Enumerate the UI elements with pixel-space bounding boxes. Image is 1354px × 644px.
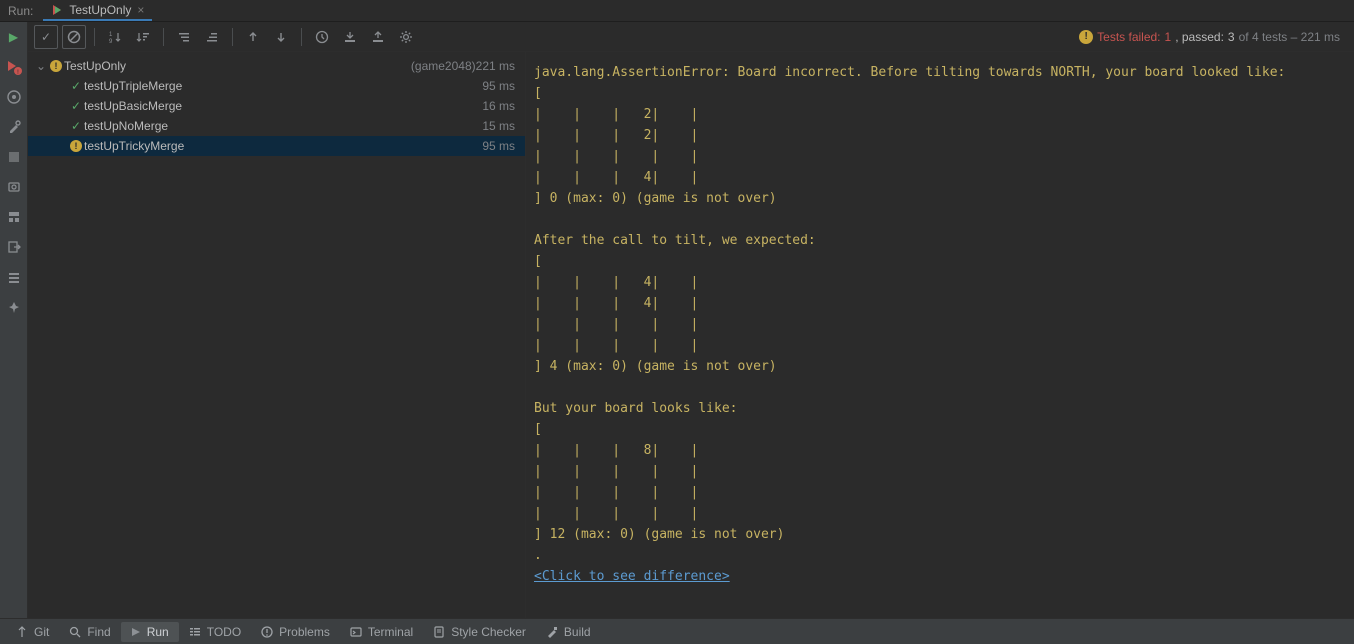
style-checker-icon xyxy=(433,626,445,638)
test-toolbar: ✓ 19 xyxy=(28,22,1354,52)
tool-window-tab-problems[interactable]: Problems xyxy=(251,622,340,642)
exit-icon[interactable] xyxy=(5,238,23,256)
console-output[interactable]: java.lang.AssertionError: Board incorrec… xyxy=(526,52,1354,618)
test-duration: 95 ms xyxy=(482,139,515,153)
chevron-down-icon[interactable]: ⌄ xyxy=(34,59,48,73)
test-method-row[interactable]: ✓testUpNoMerge15 ms xyxy=(28,116,525,136)
test-method-row[interactable]: !testUpTrickyMerge95 ms xyxy=(28,136,525,156)
dump-threads-icon[interactable] xyxy=(5,178,23,196)
tool-window-tab-label: Git xyxy=(34,625,49,639)
tool-window-tab-label: Style Checker xyxy=(451,625,526,639)
test-summary: ! Tests failed: 1 , passed: 3 of 4 tests… xyxy=(1079,30,1348,44)
collapse-all-icon[interactable] xyxy=(200,25,224,49)
tool-window-tab-todo[interactable]: TODO xyxy=(179,622,251,642)
export-tests-icon[interactable] xyxy=(366,25,390,49)
close-icon[interactable]: × xyxy=(137,3,144,17)
next-failed-icon[interactable] xyxy=(269,25,293,49)
test-duration: 221 ms xyxy=(476,59,515,73)
checkmark-icon: ✓ xyxy=(68,99,84,113)
fail-summary-icon: ! xyxy=(1079,30,1093,44)
test-class-row[interactable]: ⌄ ! TestUpOnly (game2048) 221 ms xyxy=(28,56,525,76)
assertion-error-text: java.lang.AssertionError: Board incorrec… xyxy=(534,62,1346,566)
problems-icon xyxy=(261,626,273,638)
checkmark-icon: ✓ xyxy=(68,79,84,93)
prev-failed-icon[interactable] xyxy=(241,25,265,49)
tool-window-tab-build[interactable]: Build xyxy=(536,622,601,642)
test-package: (game2048) xyxy=(411,59,476,73)
tool-window-tab-terminal[interactable]: Terminal xyxy=(340,622,423,642)
summary-passed-label: , passed: xyxy=(1175,30,1224,44)
show-passed-toggle[interactable]: ✓ xyxy=(34,25,58,49)
tool-window-tab-style-checker[interactable]: Style Checker xyxy=(423,622,536,642)
test-duration: 15 ms xyxy=(482,119,515,133)
test-method-name: testUpTrickyMerge xyxy=(84,139,482,153)
tool-window-tab-label: Problems xyxy=(279,625,330,639)
tool-window-tab-label: Run xyxy=(147,625,169,639)
show-ignored-toggle[interactable] xyxy=(62,25,86,49)
summary-failed-label: Tests failed: xyxy=(1097,30,1160,44)
build-icon xyxy=(546,626,558,638)
test-runner-settings-icon[interactable] xyxy=(394,25,418,49)
click-to-see-difference-link[interactable]: <Click to see difference> xyxy=(534,569,730,584)
tool-window-tab-label: Build xyxy=(564,625,591,639)
svg-text:9: 9 xyxy=(109,39,113,44)
run-config-name: TestUpOnly xyxy=(69,3,131,17)
pin-icon[interactable] xyxy=(5,298,23,316)
test-method-name: testUpBasicMerge xyxy=(84,99,482,113)
test-method-row[interactable]: ✓testUpBasicMerge16 ms xyxy=(28,96,525,116)
tool-window-gutter: ▶ ! xyxy=(0,22,28,618)
test-method-row[interactable]: ✓testUpTripleMerge95 ms xyxy=(28,76,525,96)
test-tree[interactable]: ⌄ ! TestUpOnly (game2048) 221 ms ✓testUp… xyxy=(28,52,526,618)
rerun-icon[interactable]: ▶ xyxy=(5,28,23,46)
tool-window-tab-label: Terminal xyxy=(368,625,413,639)
separator xyxy=(232,28,233,46)
rerun-failed-icon[interactable]: ! xyxy=(5,58,23,76)
checkmark-icon: ✓ xyxy=(68,119,84,133)
summary-suffix: of 4 tests – 221 ms xyxy=(1239,30,1340,44)
run-label: Run: xyxy=(8,4,33,18)
layout-settings-icon[interactable] xyxy=(5,268,23,286)
run-config-icon xyxy=(51,4,63,16)
test-history-icon[interactable] xyxy=(310,25,334,49)
settings-wrench-icon[interactable] xyxy=(5,118,23,136)
tool-window-tab-find[interactable]: Find xyxy=(59,622,120,642)
sort-by-duration-icon[interactable] xyxy=(131,25,155,49)
run-config-tab-bar: Run: TestUpOnly × xyxy=(0,0,1354,22)
status-icon: ! xyxy=(48,60,64,72)
test-method-name: testUpNoMerge xyxy=(84,119,482,133)
expand-all-icon[interactable] xyxy=(172,25,196,49)
test-class-name: TestUpOnly xyxy=(64,59,407,73)
restore-layout-icon[interactable] xyxy=(5,208,23,226)
tool-window-tab-label: TODO xyxy=(207,625,241,639)
separator xyxy=(301,28,302,46)
separator xyxy=(163,28,164,46)
tool-window-tab-label: Find xyxy=(87,625,110,639)
git-icon xyxy=(16,626,28,638)
sort-alphabetically-icon[interactable]: 19 xyxy=(103,25,127,49)
todo-icon xyxy=(189,626,201,638)
test-duration: 95 ms xyxy=(482,79,515,93)
tool-window-bar: Git Find Run TODO Problems Terminal Style Chec… xyxy=(0,618,1354,644)
test-duration: 16 ms xyxy=(482,99,515,113)
run-config-tab[interactable]: TestUpOnly × xyxy=(43,1,152,21)
stop-icon[interactable] xyxy=(5,148,23,166)
tool-window-tab-git[interactable]: Git xyxy=(6,622,59,642)
find-icon xyxy=(69,626,81,638)
summary-passed-count: 3 xyxy=(1228,30,1235,44)
toggle-auto-test-icon[interactable] xyxy=(5,88,23,106)
import-tests-icon[interactable] xyxy=(338,25,362,49)
summary-failed-count: 1 xyxy=(1165,30,1172,44)
tool-window-tab-run[interactable]: Run xyxy=(121,622,179,642)
run-icon xyxy=(131,627,141,637)
fail-icon: ! xyxy=(68,140,84,152)
svg-text:1: 1 xyxy=(109,32,113,38)
test-method-name: testUpTripleMerge xyxy=(84,79,482,93)
terminal-icon xyxy=(350,626,362,638)
separator xyxy=(94,28,95,46)
